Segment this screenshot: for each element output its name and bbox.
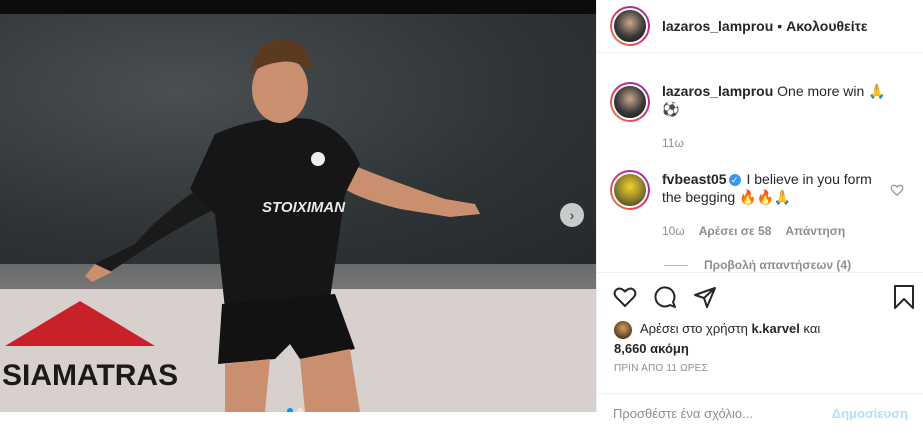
comment-meta: 10ω Αρέσει σε 58 Απάντηση [662, 224, 845, 238]
like-icon[interactable] [613, 285, 637, 309]
caption-time[interactable]: 11ω [662, 136, 684, 150]
comment-item: fvbeast05 ✓ I believe in you form the beg… [610, 170, 892, 210]
caption-meta: 11ω [662, 136, 684, 150]
post-timestamp[interactable]: ΠΡΙΝ ΑΠΟ 11 ΩΡΕΣ [614, 363, 708, 374]
comment-like-icon[interactable] [890, 183, 904, 197]
following-button[interactable]: Ακολουθείτε [786, 18, 867, 34]
carousel-dot-active [287, 408, 293, 412]
header-separator: • [777, 18, 783, 34]
caption: lazaros_lamprou One more win 🙏 ⚽ [610, 82, 892, 122]
post-image[interactable]: SIAMATRAS STOIXIMAN › [0, 14, 596, 412]
replies-line [664, 264, 688, 266]
jersey-sponsor: STOIXIMAN [262, 199, 346, 216]
caption-emoji: ⚽ [662, 101, 680, 117]
save-button[interactable] [893, 285, 915, 309]
reply-button[interactable]: Απάντηση [785, 224, 845, 238]
comment-time[interactable]: 10ω [662, 224, 685, 238]
player-figure: STOIXIMAN [85, 39, 480, 412]
add-comment-input[interactable]: Προσθέστε ένα σχόλιο... [613, 406, 753, 421]
carousel-dots [287, 408, 303, 412]
carousel-next-button[interactable]: › [560, 203, 584, 227]
comment-icon[interactable] [653, 285, 677, 309]
author-username[interactable]: lazaros_lamprou [662, 18, 773, 34]
caption-avatar[interactable] [610, 82, 650, 122]
action-section: Αρέσει στο χρήστη k.karvel και 8,660 ακό… [597, 272, 923, 421]
view-replies-label: Προβολή απαντήσεων (4) [704, 258, 852, 272]
post-sidebar: lazaros_lamprou • Ακολουθείτε lazaros_la… [596, 0, 923, 421]
liker-username[interactable]: k.karvel [751, 321, 799, 336]
post-comment-button[interactable]: Δημοσίευση [832, 406, 908, 421]
author-avatar[interactable] [610, 6, 650, 46]
commenter-avatar[interactable] [610, 170, 650, 210]
action-bar [613, 285, 717, 309]
likes-and: και [803, 321, 821, 336]
caption-username[interactable]: lazaros_lamprou [662, 83, 773, 99]
carousel-dot [297, 408, 303, 412]
likes-summary: Αρέσει στο χρήστη k.karvel και 8,660 ακό… [614, 319, 820, 358]
likes-count[interactable]: 8,660 ακόμη [614, 341, 689, 356]
share-icon[interactable] [693, 285, 717, 309]
verified-icon: ✓ [728, 174, 741, 187]
comment-likes[interactable]: Αρέσει σε 58 [699, 224, 772, 238]
likes-prefix: Αρέσει στο χρήστη [640, 321, 748, 336]
commenter-username[interactable]: fvbeast05 [662, 171, 727, 187]
add-comment-bar: Προσθέστε ένα σχόλιο... Δημοσίευση [597, 393, 923, 433]
caption-text: One more win 🙏 [777, 83, 886, 99]
post-header: lazaros_lamprou • Ακολουθείτε [597, 0, 923, 53]
top-bar [0, 0, 596, 14]
liker-avatar[interactable] [614, 320, 632, 339]
view-replies-button[interactable]: Προβολή απαντήσεων (4) [664, 258, 851, 272]
bookmark-icon [894, 285, 914, 309]
